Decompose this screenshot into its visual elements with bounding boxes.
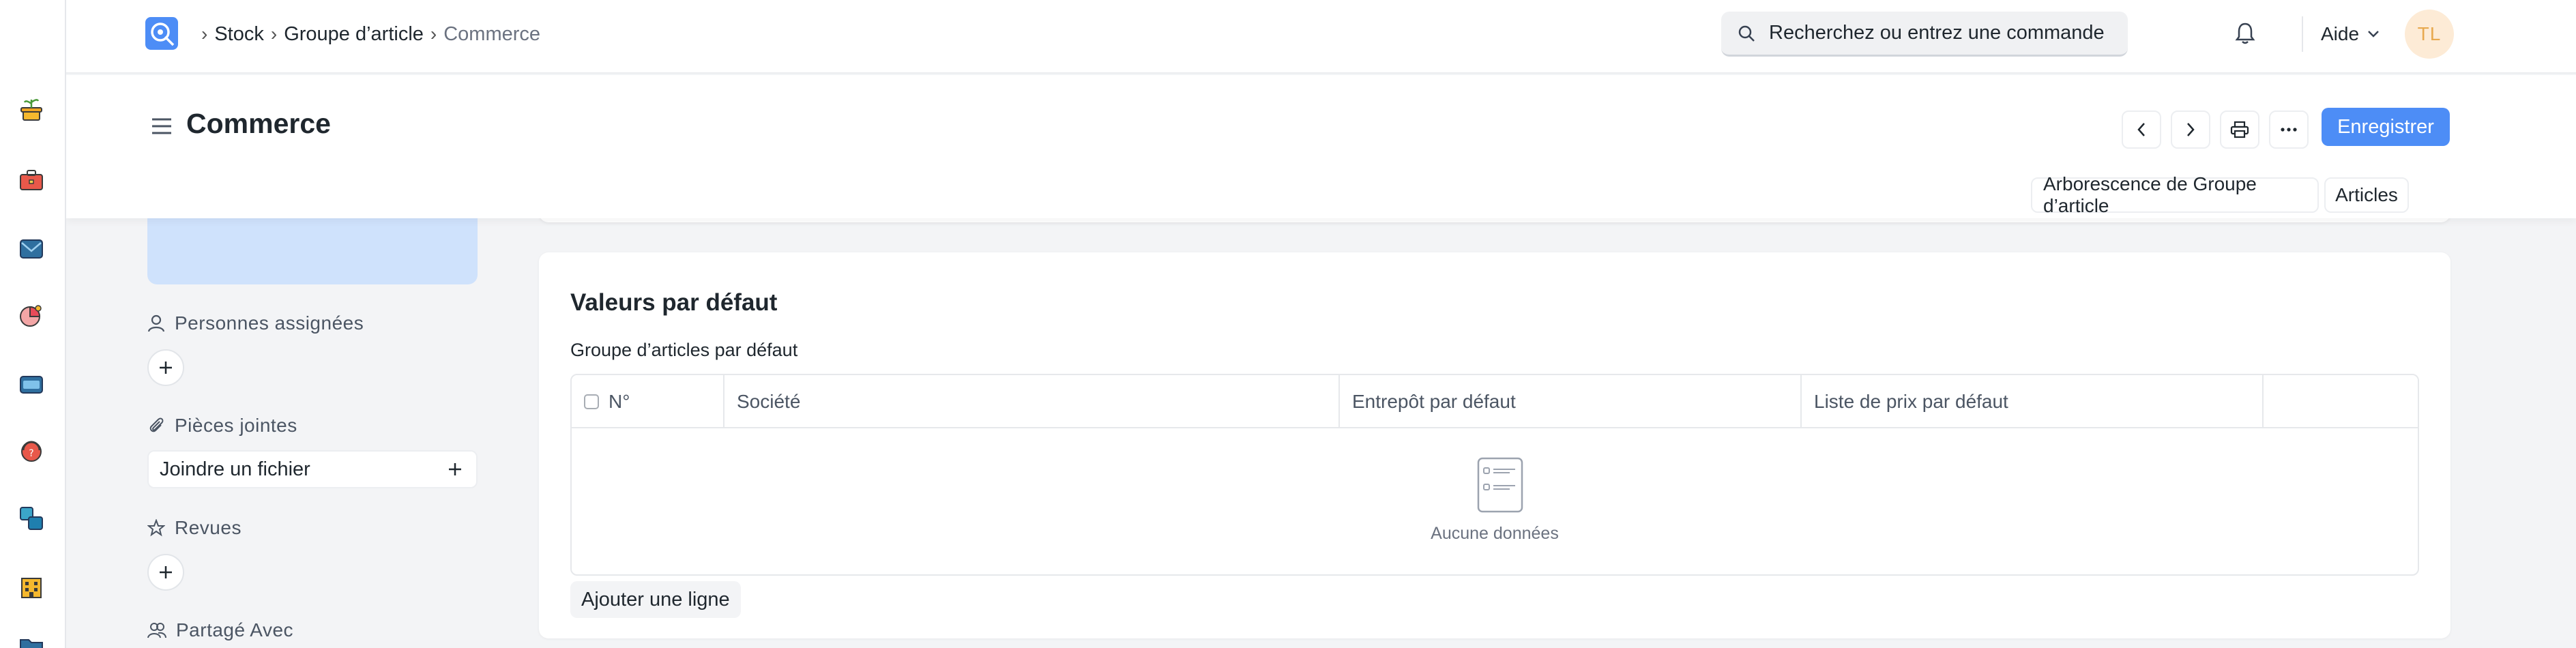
plant-pot-icon[interactable] [16,94,46,124]
empty-list-icon [1477,457,1523,513]
assigned-to-section: Personnes assignées [147,311,364,336]
plus-icon [160,566,172,578]
print-button[interactable] [2220,111,2259,149]
bell-icon[interactable] [2235,22,2259,46]
shapes-icon[interactable] [16,503,46,533]
column-number-label: N° [609,391,630,412]
add-assignee-button[interactable] [147,349,184,386]
more-actions-button[interactable] [2269,111,2309,149]
chevron-down-icon [2368,31,2379,38]
column-actions [2264,375,2418,428]
chevron-right-icon: › [430,23,437,44]
table-header: N° Société Entrepôt par défaut Liste de … [572,375,2418,428]
shared-with-section: Partagé Avec [147,618,293,643]
attach-file-button[interactable]: Joindre un fichier [147,450,478,488]
search-bar[interactable]: Recherchez ou entrez une commande [1721,12,2128,57]
building-icon[interactable] [16,572,46,602]
items-button[interactable]: Articles [2324,177,2409,213]
folder-icon[interactable] [16,633,46,648]
column-default-price-list: Liste de prix par défaut [1802,375,2264,428]
attachments-label: Pièces jointes [175,415,297,436]
support-icon[interactable]: ? [16,435,46,465]
app-rail: ? [0,0,66,648]
app-logo-icon[interactable] [145,16,179,50]
toolbox-icon[interactable] [16,165,46,195]
column-default-warehouse: Entrepôt par défaut [1340,375,1802,428]
page-header: Commerce Enregistrer Arborescence de Gro… [66,75,2576,218]
column-number: N° [572,375,724,428]
item-group-tree-button[interactable]: Arborescence de Groupe d’article [2031,173,2319,216]
chevron-right-icon: › [201,23,208,44]
plus-icon [449,463,461,475]
add-review-button[interactable] [147,554,184,591]
avatar[interactable]: TL [2405,10,2454,59]
top-navbar: › Stock › Groupe d’article › Commerce Re… [66,0,2576,74]
defaults-table: N° Société Entrepôt par défaut Liste de … [570,374,2419,576]
help-dropdown[interactable]: Aide [2321,20,2380,48]
breadcrumb-item-group[interactable]: Groupe d’article [284,23,424,46]
attachments-section: Pièces jointes [147,413,297,438]
chevron-right-icon [2187,123,2195,136]
chevron-right-icon: › [270,23,278,44]
monitor-icon[interactable] [16,370,46,400]
attach-file-label: Joindre un fichier [160,458,310,480]
navbar-divider [2302,16,2303,52]
save-button[interactable]: Enregistrer [2322,108,2450,146]
ellipsis-icon [2281,128,2297,132]
next-record-button[interactable] [2171,111,2210,149]
field-label: Groupe d’articles par défaut [570,340,798,360]
search-icon [1738,25,1755,42]
section-title: Valeurs par défaut [570,289,778,316]
hamburger-menu-icon[interactable] [150,116,173,136]
column-company: Société [724,375,1340,428]
breadcrumb-current[interactable]: Commerce [443,23,540,46]
paperclip-icon [149,417,164,432]
select-all-checkbox[interactable] [584,394,599,409]
breadcrumb-stock[interactable]: Stock [214,23,264,46]
plus-icon [160,362,172,374]
user-icon [147,314,165,332]
svg-text:?: ? [29,448,33,459]
pie-chart-icon[interactable] [16,300,46,330]
users-icon [147,623,166,638]
page-title: Commerce [186,108,331,139]
breadcrumb: › Stock › Groupe d’article › Commerce [194,20,540,48]
reviews-label: Revues [175,517,241,538]
mail-icon[interactable] [16,233,46,263]
reviews-section: Revues [147,516,241,540]
defaults-section: Valeurs par défaut Groupe d’articles par… [539,252,2450,638]
empty-state-text: Aucune données [1431,524,1559,543]
chevron-left-icon [2137,123,2145,136]
help-label: Aide [2321,23,2360,44]
previous-record-button[interactable] [2122,111,2161,149]
printer-icon [2230,121,2249,138]
assigned-to-label: Personnes assignées [175,312,364,334]
add-row-button[interactable]: Ajouter une ligne [570,581,741,618]
search-placeholder: Recherchez ou entrez une commande [1769,22,2105,44]
star-icon [147,519,165,537]
shared-with-label: Partagé Avec [176,619,294,640]
